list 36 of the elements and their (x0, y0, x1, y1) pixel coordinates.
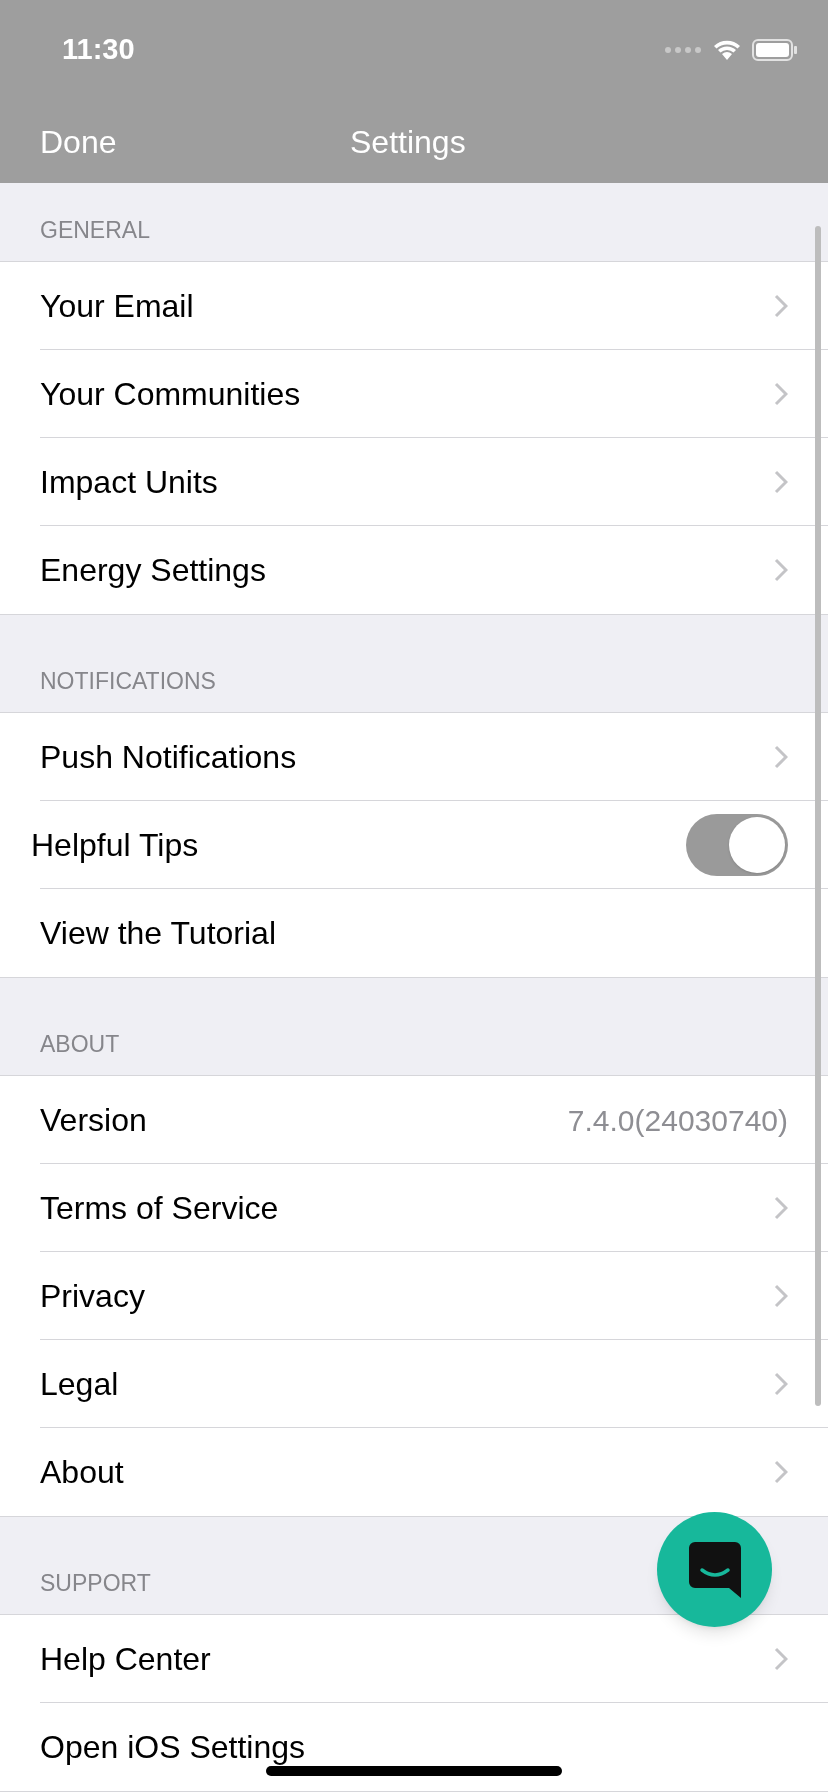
chevron-icon (774, 745, 788, 769)
battery-icon (752, 39, 798, 61)
section-header: GENERAL (40, 215, 150, 245)
row-label: Energy Settings (40, 551, 267, 590)
chevron-icon (774, 1372, 788, 1396)
row-label: View the Tutorial (40, 914, 277, 953)
window-title: Settings (350, 122, 466, 162)
chevron-icon (774, 1196, 788, 1220)
row-label: Help Center (40, 1640, 212, 1679)
chevron-icon (774, 1647, 788, 1671)
row-label: Privacy (40, 1277, 146, 1316)
signal-icon (664, 46, 702, 54)
row-label: Your Email (40, 287, 195, 326)
status-time: 11:30 (62, 32, 135, 68)
wifi-icon (712, 39, 742, 61)
row-label: Your Communities (40, 375, 302, 414)
row-label: About (40, 1453, 125, 1492)
section-header: NOTIFICATIONS (40, 666, 216, 696)
row-label: Terms of Service (40, 1189, 280, 1228)
row-label: Version (40, 1101, 148, 1140)
row-label: Open iOS Settings (40, 1728, 307, 1767)
chevron-icon (774, 382, 788, 406)
section-header: ABOUT (40, 1029, 120, 1059)
chevron-icon (774, 470, 788, 494)
chevron-icon (774, 1284, 788, 1308)
section-header: SUPPORT (40, 1568, 151, 1598)
row-label: Push Notifications (40, 738, 298, 777)
row-label: Impact Units (40, 463, 219, 502)
row-label: Legal (40, 1365, 120, 1404)
version-value: 7.4.0(24030740) (567, 1102, 788, 1139)
chevron-icon (774, 1460, 788, 1484)
chevron-icon (774, 294, 788, 318)
row-label: Helpful Tips (31, 826, 200, 865)
chat-icon (686, 1539, 743, 1600)
settings-row[interactable]: Open iOS Settings (0, 1703, 828, 1791)
chevron-icon (774, 558, 788, 582)
